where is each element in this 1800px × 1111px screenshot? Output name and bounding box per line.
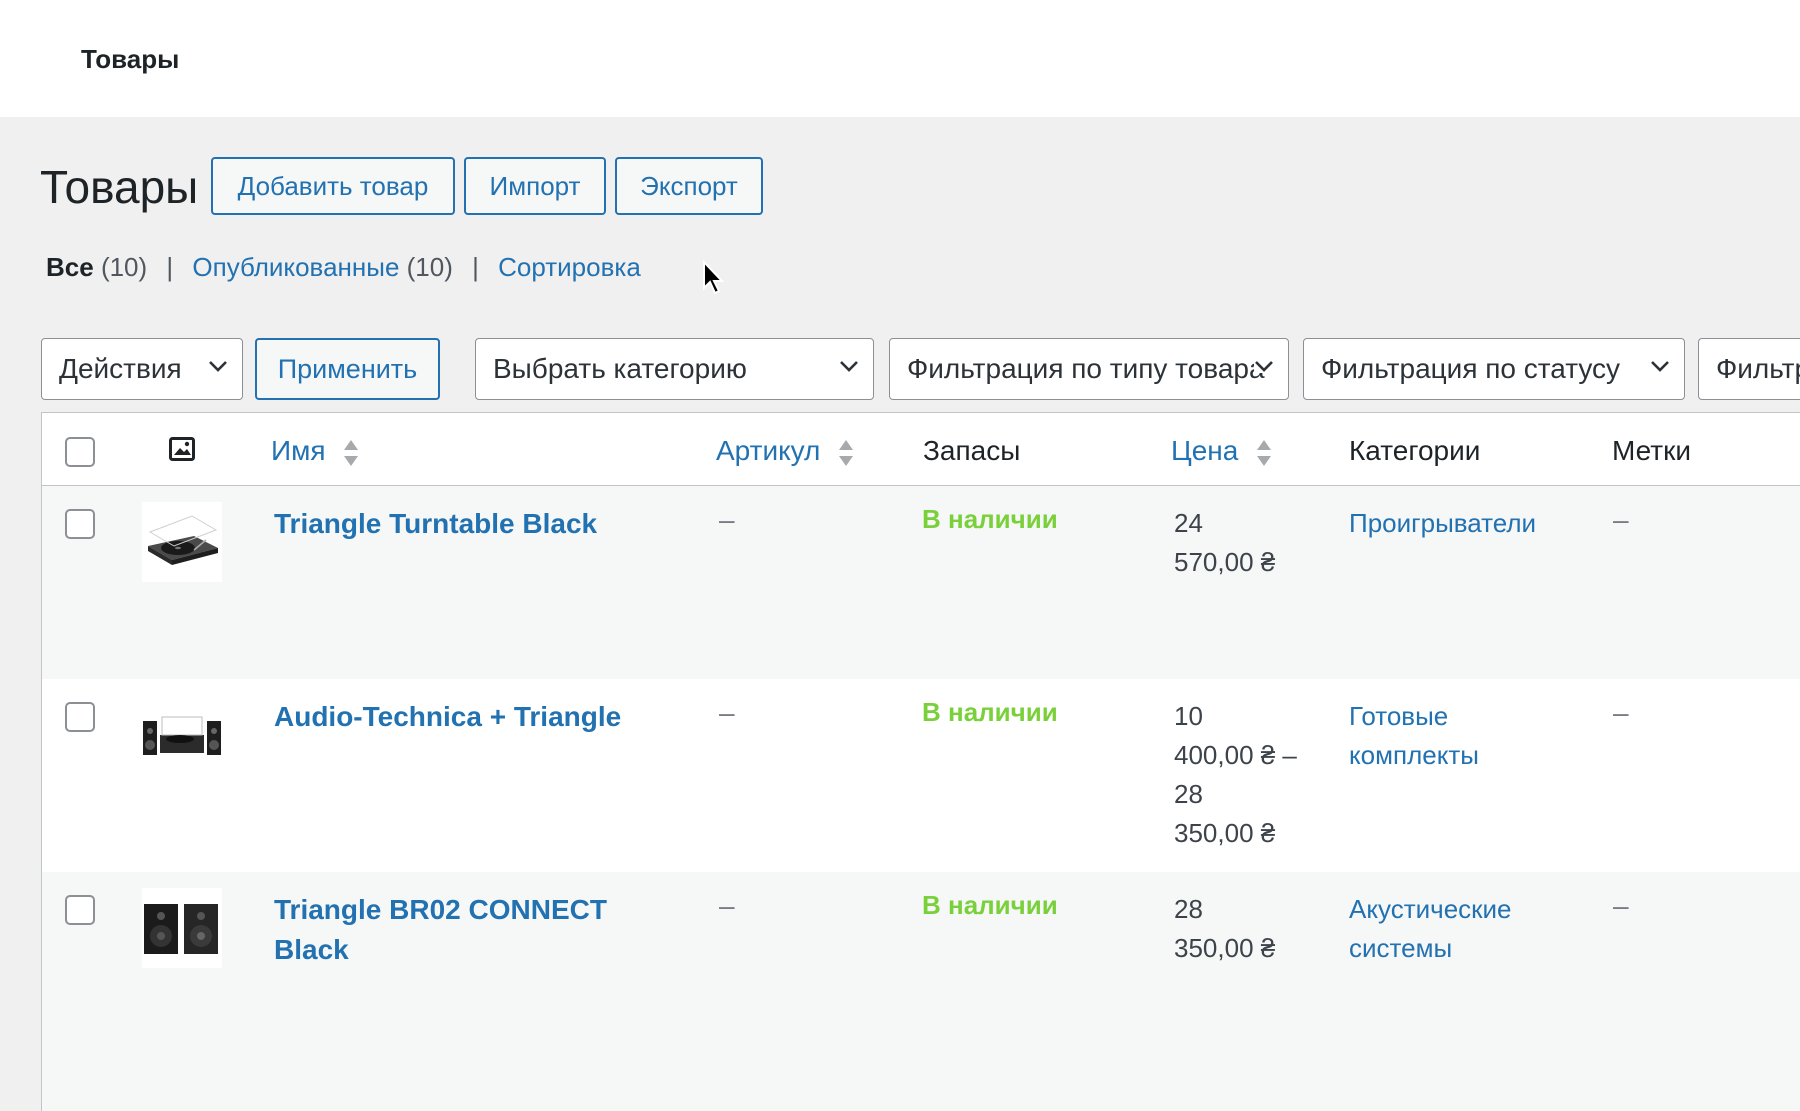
bulk-actions-select[interactable]: Действия (41, 338, 243, 400)
audio-set-icon[interactable] (142, 695, 222, 775)
price-line: 400,00 ₴ – (1174, 740, 1297, 770)
header-title: Товары (81, 44, 180, 74)
price-line: 28 (1174, 894, 1203, 924)
price-line: 28 (1174, 779, 1203, 809)
column-tags: Метки (1612, 435, 1691, 466)
stock-status-select-value: Фильтрация по статусу (1321, 353, 1621, 384)
product-sku: – (719, 890, 735, 921)
row-checkbox[interactable] (65, 895, 95, 925)
table-row: Triangle Turntable Black – В наличии 24 … (42, 486, 1800, 679)
select-all-checkbox[interactable] (65, 437, 95, 467)
product-name-link[interactable]: Audio-Technica + Triangle (274, 697, 654, 737)
apply-button[interactable]: Применить (255, 338, 440, 400)
product-sku: – (719, 504, 735, 535)
speakers-icon[interactable] (142, 888, 222, 968)
product-price: 28 350,00 ₴ (1174, 890, 1324, 968)
page-title: Товары (40, 161, 199, 213)
mouse-cursor-icon (703, 260, 725, 295)
extra-filter-select[interactable]: Фильтрация (1698, 338, 1800, 400)
product-tags: – (1613, 697, 1629, 728)
sort-icon (839, 439, 854, 466)
column-price-label: Цена (1171, 435, 1239, 466)
products-table: Имя Артикул Запасы Цена Категории Метки … (41, 412, 1800, 1111)
column-name[interactable]: Имя (271, 435, 359, 468)
product-price: 24 570,00 ₴ (1174, 504, 1324, 582)
chevron-down-icon (839, 359, 859, 373)
price-line: 350,00 ₴ (1174, 818, 1276, 848)
view-all-count: (10) (100, 252, 148, 282)
product-category-link[interactable]: Проигрыватели (1349, 504, 1569, 543)
sort-icon (1257, 439, 1272, 466)
product-sku: – (719, 697, 735, 728)
chevron-down-icon (208, 359, 228, 373)
image-column-icon (169, 437, 195, 461)
product-type-select[interactable]: Фильтрация по типу товара (889, 338, 1289, 400)
stock-status: В наличии (922, 504, 1058, 534)
column-name-label: Имя (271, 435, 326, 466)
view-separator: | (472, 252, 479, 282)
view-sorting[interactable]: Сортировка (498, 252, 641, 282)
add-product-button[interactable]: Добавить товар (211, 157, 455, 215)
stock-status: В наличии (922, 890, 1058, 920)
table-header: Имя Артикул Запасы Цена Категории Метки (42, 413, 1800, 486)
price-line: 10 (1174, 701, 1203, 731)
view-all[interactable]: Все (46, 252, 94, 282)
chevron-down-icon (1650, 359, 1670, 373)
sort-icon (344, 439, 359, 466)
import-button[interactable]: Импорт (464, 157, 606, 215)
table-row: Audio-Technica + Triangle – В наличии 10… (42, 679, 1800, 872)
product-category-link[interactable]: Готовые комплекты (1349, 697, 1569, 775)
column-stock: Запасы (923, 435, 1021, 466)
product-price: 10 400,00 ₴ – 28 350,00 ₴ (1174, 697, 1324, 853)
product-tags: – (1613, 504, 1629, 535)
top-header: Товары (0, 0, 1800, 117)
extra-filter-value: Фильтрация (1716, 353, 1800, 384)
product-category-link[interactable]: Акустические системы (1349, 890, 1569, 968)
column-categories: Категории (1349, 435, 1481, 466)
view-separator: | (166, 252, 174, 282)
column-sku-label: Артикул (716, 435, 821, 466)
price-line: 570,00 ₴ (1174, 547, 1276, 577)
product-name-link[interactable]: Triangle BR02 CONNECT Black (274, 890, 654, 970)
category-select[interactable]: Выбрать категорию (475, 338, 874, 400)
price-line: 24 (1174, 508, 1203, 538)
product-type-select-value: Фильтрация по типу товара (907, 353, 1265, 384)
turntable-icon[interactable] (142, 502, 222, 582)
chevron-down-icon (1254, 359, 1274, 373)
product-name-link[interactable]: Triangle Turntable Black (274, 504, 654, 544)
category-line: Проигрыватели (1349, 508, 1537, 538)
category-line: комплекты (1349, 740, 1479, 770)
category-line: Акустические (1349, 894, 1512, 924)
status-views: Все (10) | Опубликованные (10) | Сортиро… (46, 252, 641, 283)
stock-status-select[interactable]: Фильтрация по статусу (1303, 338, 1685, 400)
column-price[interactable]: Цена (1171, 435, 1272, 468)
bulk-actions-value: Действия (59, 353, 182, 384)
column-sku[interactable]: Артикул (716, 435, 854, 468)
category-select-value: Выбрать категорию (493, 353, 747, 384)
category-line: системы (1349, 933, 1453, 963)
row-checkbox[interactable] (65, 509, 95, 539)
view-published[interactable]: Опубликованные (192, 252, 399, 282)
view-published-count: (10) (406, 252, 453, 282)
stock-status: В наличии (922, 697, 1058, 727)
row-checkbox[interactable] (65, 702, 95, 732)
category-line: Готовые (1349, 701, 1449, 731)
table-row: Triangle BR02 CONNECT Black – В наличии … (42, 872, 1800, 1111)
product-tags: – (1613, 890, 1629, 921)
price-line: 350,00 ₴ (1174, 933, 1276, 963)
export-button[interactable]: Экспорт (615, 157, 763, 215)
